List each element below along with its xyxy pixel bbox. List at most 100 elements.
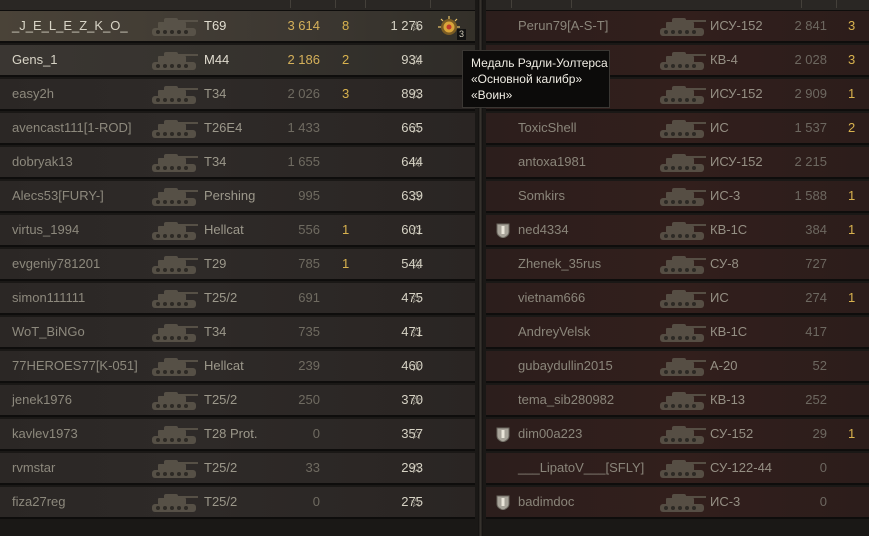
star-icon[interactable]: ☆ (410, 11, 423, 41)
damage-value: 52 (812, 358, 827, 373)
team-row[interactable]: easy2h T34 2 026 3 893 ☆ (0, 79, 475, 111)
star-icon[interactable]: ☆ (410, 147, 423, 177)
tank-icon (656, 183, 708, 209)
player-name: ___LipatoV___[SFLY] (518, 460, 645, 475)
vehicle-name: ИС (710, 290, 729, 305)
player-name: jenek1976 (12, 392, 72, 407)
team-row[interactable]: ___LipatoV___[SFLY] СУ-122-44 0 (486, 453, 869, 485)
damage-value: 1 537 (794, 120, 827, 135)
tooltip-line: «Воин» (471, 88, 513, 102)
star-icon[interactable]: ☆ (410, 385, 423, 415)
damage-value: 1 655 (287, 154, 320, 169)
damage-value: 556 (298, 222, 320, 237)
team-row[interactable]: gubaydullin2015 А-20 52 (486, 351, 869, 383)
star-icon[interactable]: ☆ (410, 487, 423, 517)
player-name: rvmstar (12, 460, 56, 475)
team-row[interactable]: Perun79[A-S-T] ИСУ-152 2 841 3 (486, 11, 869, 43)
damage-value: 417 (805, 324, 827, 339)
player-name: AndreyVelsk (518, 324, 591, 339)
team-row[interactable]: Somkirs ИС-3 1 588 1 (486, 181, 869, 213)
team-row[interactable]: antoxa1981 ИСУ-152 2 215 (486, 147, 869, 179)
star-icon[interactable]: ☆ (410, 453, 423, 483)
vehicle-name: T34 (204, 86, 227, 101)
player-name: Gens_1 (12, 52, 58, 67)
vehicle-name: КВ-13 (710, 392, 746, 407)
tank-icon (148, 421, 200, 447)
kills-value: 8 (342, 18, 350, 33)
star-icon[interactable]: ☆ (410, 181, 423, 211)
tank-icon (656, 13, 708, 39)
star-icon[interactable]: ☆ (410, 79, 423, 109)
left-header (0, 0, 475, 11)
team-row[interactable]: _J_E_L_E_Z_K_O_ T69 3 614 8 1 276 ☆ 3 (0, 11, 475, 43)
damage-value: 29 (812, 426, 827, 441)
star-icon[interactable]: ☆ (410, 113, 423, 143)
vehicle-name: Hellcat (204, 358, 244, 373)
player-name: _J_E_L_E_Z_K_O_ (12, 18, 128, 33)
team-row[interactable]: vietnam666 ИС 274 1 (486, 283, 869, 315)
kills-value: 1 (848, 426, 856, 441)
medal-count: 3 (456, 29, 466, 40)
team-row[interactable]: simon111111 T25/2 691 475 ☆ (0, 283, 475, 315)
tank-icon (656, 149, 708, 175)
player-name: ToxicShell (518, 120, 577, 135)
kills-value: 1 (342, 256, 350, 271)
team-row[interactable]: fiza27reg T25/2 0 275 ☆ (0, 487, 475, 519)
vehicle-name: ИСУ-152 (710, 154, 763, 169)
star-icon[interactable]: ☆ (410, 215, 423, 245)
team-row[interactable]: Zhenek_35rus СУ-8 727 (486, 249, 869, 281)
badge-icon (496, 495, 510, 511)
damage-value: 0 (819, 494, 827, 509)
star-icon[interactable]: ☆ (410, 419, 423, 449)
team-row[interactable]: jenek1976 T25/2 250 370 ☆ (0, 385, 475, 417)
team-row[interactable]: tema_sib280982 КВ-13 252 (486, 385, 869, 417)
star-icon[interactable]: ☆ (410, 249, 423, 279)
team-row[interactable]: ned4334 КВ-1С 384 1 (486, 215, 869, 247)
tank-icon (656, 353, 708, 379)
team-row[interactable]: badimdoc ИС-3 0 (486, 487, 869, 519)
tank-icon (148, 115, 200, 141)
vehicle-name: ИС-3 (710, 494, 741, 509)
team-row[interactable]: virtus_1994 Hellcat 556 1 601 ☆ (0, 215, 475, 247)
team-row[interactable]: Gens_1 M44 2 186 2 934 ☆ (0, 45, 475, 77)
player-name: Perun79[A-S-T] (518, 18, 609, 33)
medal-icon[interactable]: 3 (438, 16, 466, 40)
team-row[interactable]: AndreyVelsk КВ-1С 417 (486, 317, 869, 349)
kills-value: 3 (848, 18, 856, 33)
damage-value: 1 588 (794, 188, 827, 203)
damage-value: 2 026 (287, 86, 320, 101)
kills-value: 1 (342, 222, 350, 237)
team-row[interactable]: Alecs53[FURY-] Pershing 995 639 ☆ (0, 181, 475, 213)
star-icon[interactable]: ☆ (410, 351, 423, 381)
team-row[interactable]: ToxicShell ИС 1 537 2 (486, 113, 869, 145)
vehicle-name: СУ-152 (710, 426, 754, 441)
tank-icon (148, 489, 200, 515)
star-icon[interactable]: ☆ (410, 283, 423, 313)
team-row[interactable]: 77HEROES77[K-051] Hellcat 239 460 ☆ (0, 351, 475, 383)
vehicle-name: ИСУ-152 (710, 86, 763, 101)
team-row[interactable]: rvmstar T25/2 33 293 ☆ (0, 453, 475, 485)
tooltip-line: Медаль Рэдли-Уолтерса (471, 56, 608, 70)
tank-icon (656, 319, 708, 345)
tank-icon (148, 319, 200, 345)
medal-tooltip: Медаль Рэдли-Уолтерса «Основной калибр» … (462, 50, 610, 108)
team-row[interactable]: dobryak13 T34 1 655 644 ☆ (0, 147, 475, 179)
player-name: 77HEROES77[K-051] (12, 358, 138, 373)
vehicle-name: СУ-122-44 (710, 460, 773, 475)
team-row[interactable]: WoT_BiNGo T34 735 471 ☆ (0, 317, 475, 349)
damage-value: 785 (298, 256, 320, 271)
vehicle-name: КВ-1С (710, 222, 748, 237)
player-name: dim00a223 (518, 426, 583, 441)
vehicle-name: M44 (204, 52, 230, 67)
star-icon[interactable]: ☆ (410, 317, 423, 347)
team-row[interactable]: avencast111[1-ROD] T26E4 1 433 665 ☆ (0, 113, 475, 145)
team-row[interactable]: dim00a223 СУ-152 29 1 (486, 419, 869, 451)
team-row[interactable]: kavlev1973 T28 Prot. 0 357 ☆ (0, 419, 475, 451)
vehicle-name: Hellcat (204, 222, 244, 237)
kills-value: 1 (848, 222, 856, 237)
tank-icon (148, 251, 200, 277)
team-row[interactable]: evgeniy781201 T29 785 1 544 ☆ (0, 249, 475, 281)
player-name: dobryak13 (12, 154, 73, 169)
vehicle-name: А-20 (710, 358, 738, 373)
star-icon[interactable]: ☆ (410, 45, 423, 75)
